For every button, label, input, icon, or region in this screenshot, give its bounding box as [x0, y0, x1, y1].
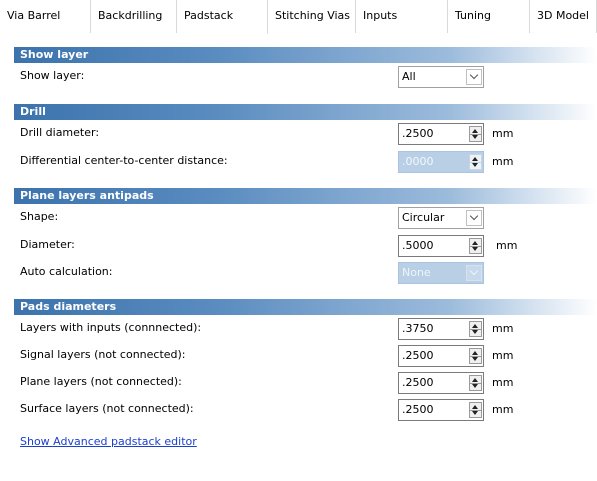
show-layer-label: Show layer: [20, 69, 85, 82]
tab-stitching-vias[interactable]: Stitching Vias [268, 0, 356, 33]
spin-down-icon[interactable] [472, 247, 478, 251]
spin-down-icon[interactable] [472, 135, 478, 139]
tab-backdrilling[interactable]: Backdrilling [91, 0, 177, 33]
spin-up-icon[interactable] [472, 129, 478, 133]
show-layer-value: All [402, 70, 416, 83]
chevron-down-icon [469, 70, 479, 80]
spin-down-icon [472, 163, 478, 167]
tab-padstack[interactable]: Padstack [177, 0, 268, 34]
spin-buttons[interactable] [469, 348, 482, 364]
spin-up-icon[interactable] [472, 378, 478, 382]
spin-down-icon[interactable] [472, 384, 478, 388]
tab-via-barrel[interactable]: Via Barrel [0, 0, 91, 33]
ctc-distance-value: .0000 [402, 155, 434, 168]
spin-buttons[interactable] [469, 238, 482, 254]
spin-down-icon[interactable] [472, 357, 478, 361]
dropdown-button[interactable] [466, 69, 482, 85]
section-header-antipads: Plane layers antipads [14, 188, 597, 204]
dropdown-button [466, 265, 482, 281]
antipad-diameter-unit: mm [496, 239, 518, 252]
pads-value: .3750 [402, 322, 434, 335]
drill-diameter-unit: mm [492, 127, 514, 140]
shape-label: Shape: [20, 210, 59, 223]
spin-up-icon [472, 157, 478, 161]
chevron-down-icon [469, 266, 479, 276]
ctc-distance-label: Differential center-to-center distance: [20, 154, 228, 167]
ctc-distance-stepper: .0000 [398, 151, 484, 173]
pads-unit: mm [492, 322, 514, 335]
antipad-diameter-stepper[interactable]: .5000 [398, 235, 484, 257]
section-header-drill: Drill [14, 104, 597, 120]
shape-dropdown[interactable]: Circular [398, 207, 484, 229]
pads-surface-stepper[interactable]: .2500 [398, 399, 484, 421]
antipad-diameter-value: .5000 [402, 239, 434, 252]
pads-value: .2500 [402, 403, 434, 416]
pads-row-label: Layers with inputs (connnected): [20, 321, 202, 334]
pads-plane-stepper[interactable]: .2500 [398, 372, 484, 394]
show-layer-dropdown[interactable]: All [398, 66, 484, 88]
pads-signal-stepper[interactable]: .2500 [398, 345, 484, 367]
pads-unit: mm [492, 403, 514, 416]
pads-row-label: Plane layers (not connected): [20, 375, 182, 388]
spin-buttons[interactable] [469, 375, 482, 391]
chevron-down-icon [469, 211, 479, 221]
pads-row-label: Surface layers (not connected): [20, 402, 194, 415]
pads-unit: mm [492, 376, 514, 389]
spin-buttons[interactable] [469, 321, 482, 337]
section-header-show-layer: Show layer [14, 47, 597, 63]
dropdown-button[interactable] [466, 210, 482, 226]
drill-diameter-stepper[interactable]: .2500 [398, 123, 484, 145]
spin-buttons[interactable] [469, 402, 482, 418]
auto-calculation-label: Auto calculation: [20, 265, 113, 278]
drill-diameter-value: .2500 [402, 127, 434, 140]
antipad-diameter-label: Diameter: [20, 238, 75, 251]
spin-up-icon[interactable] [472, 351, 478, 355]
spin-up-icon[interactable] [472, 324, 478, 328]
pads-value: .2500 [402, 349, 434, 362]
tab-strip: Via Barrel Backdrilling Padstack Stitchi… [0, 0, 597, 34]
spin-up-icon[interactable] [472, 405, 478, 409]
advanced-padstack-editor-link[interactable]: Show Advanced padstack editor [20, 435, 197, 448]
ctc-distance-unit: mm [492, 155, 514, 168]
shape-value: Circular [402, 211, 445, 224]
pads-value: .2500 [402, 376, 434, 389]
pads-unit: mm [492, 349, 514, 362]
tab-3d-model[interactable]: 3D Model [530, 0, 597, 33]
spin-up-icon[interactable] [472, 241, 478, 245]
pads-inputs-stepper[interactable]: .3750 [398, 318, 484, 340]
spin-buttons[interactable] [469, 126, 482, 142]
spin-down-icon[interactable] [472, 411, 478, 415]
section-header-pads: Pads diameters [14, 299, 597, 315]
auto-calculation-value: None [402, 266, 431, 279]
pads-row-label: Signal layers (not connected): [20, 348, 186, 361]
spin-down-icon[interactable] [472, 330, 478, 334]
auto-calculation-dropdown: None [398, 262, 484, 284]
drill-diameter-label: Drill diameter: [20, 126, 100, 139]
spin-buttons [469, 154, 482, 170]
tab-inputs[interactable]: Inputs [356, 0, 448, 33]
tab-tuning[interactable]: Tuning [448, 0, 530, 33]
